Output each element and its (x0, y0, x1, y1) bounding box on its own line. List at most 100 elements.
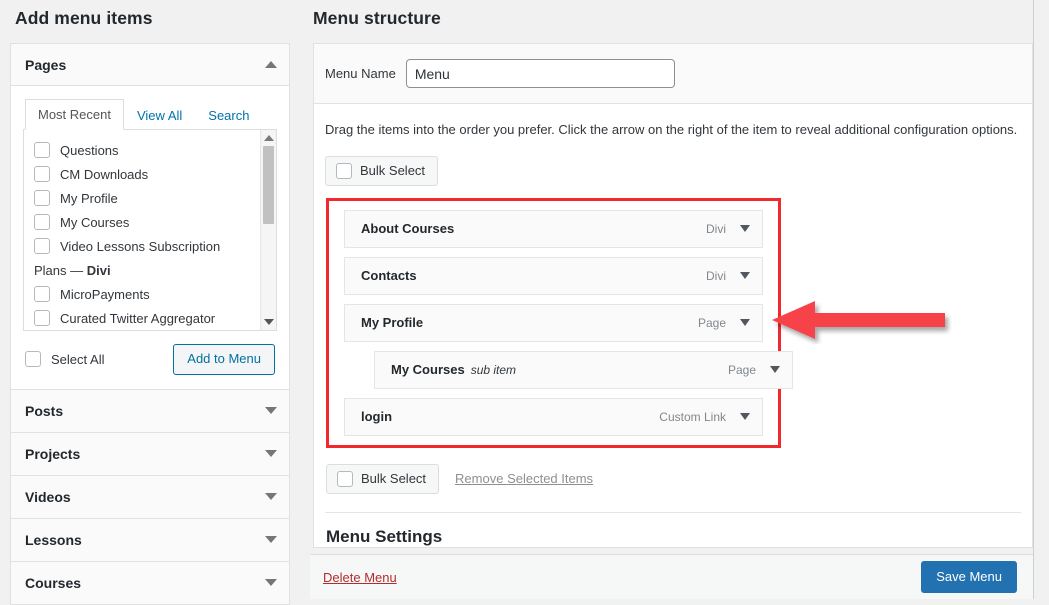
menu-name-row: Menu Name (314, 44, 1032, 104)
list-item[interactable]: My Courses (34, 210, 266, 234)
list-item-label: My Courses (60, 214, 130, 230)
menu-help-text: Drag the items into the order you prefer… (325, 122, 1018, 137)
tab-view-all[interactable]: View All (124, 100, 195, 130)
checkbox-bulk-select-top[interactable] (336, 162, 352, 179)
menu-item-meta: Divi (706, 222, 756, 236)
accordion-header-lessons[interactable]: Lessons (11, 518, 289, 561)
select-all-label: Select All (51, 351, 105, 367)
list-item-label: Video Lessons Subscription (60, 238, 221, 254)
pages-list: Questions CM Downloads My Profile My Cou… (24, 130, 276, 330)
chevron-down-icon[interactable] (740, 319, 750, 326)
chevron-down-icon[interactable] (770, 366, 780, 373)
checkbox-cm-downloads[interactable] (34, 166, 50, 182)
chevron-down-icon[interactable] (265, 493, 277, 501)
accordion-panel-videos: Videos (10, 474, 290, 518)
menu-item-meta: Custom Link (659, 410, 756, 424)
pages-list-scrollbar[interactable] (260, 130, 276, 330)
menu-item-title: My Profile (361, 315, 424, 330)
list-item-label: Curated Twitter Aggregator (60, 310, 216, 326)
scrollbar-thumb[interactable] (263, 146, 274, 224)
list-item-label: CM Downloads (60, 166, 149, 182)
checkbox-select-all[interactable] (25, 351, 41, 368)
menu-item-title: Contacts (361, 268, 417, 283)
bulk-select-button-bottom[interactable]: Bulk Select (326, 463, 440, 494)
accordion-title-projects: Projects (25, 445, 81, 462)
accordion-panel-projects: Projects (10, 431, 290, 475)
checkbox-my-courses[interactable] (34, 214, 50, 230)
checkbox-bulk-select-bottom[interactable] (337, 470, 353, 487)
menu-item-type: Page (727, 362, 756, 377)
chevron-down-icon[interactable] (265, 536, 277, 544)
chevron-up-icon[interactable] (265, 61, 277, 68)
list-group-label: Plans — Divi (34, 258, 266, 282)
tab-search[interactable]: Search (195, 100, 262, 130)
checkbox-questions[interactable] (34, 142, 50, 158)
accordion-title-lessons: Lessons (25, 531, 82, 548)
accordion-panel-pages: Pages Most Recent View All Search Questi… (10, 43, 290, 389)
menu-item-meta: Divi (706, 269, 756, 283)
pages-panel-body: Most Recent View All Search Questions CM… (11, 86, 289, 389)
list-item[interactable]: Video Lessons Subscription (34, 234, 266, 258)
select-all-control[interactable]: Select All (25, 351, 105, 368)
checkbox-micropayments[interactable] (34, 286, 50, 302)
list-item[interactable]: My Profile (34, 186, 266, 210)
accordion-title-posts: Posts (25, 402, 64, 419)
checkbox-video-lessons-subscription[interactable] (34, 238, 50, 254)
tab-most-recent[interactable]: Most Recent (25, 99, 124, 130)
menu-item-title: About Courses (361, 221, 455, 236)
checkbox-curated-twitter-aggregator[interactable] (34, 310, 50, 326)
menu-item-meta: Page (698, 316, 756, 330)
menu-structure-column: Menu structure Menu Name Drag the items … (300, 0, 1049, 599)
chevron-down-icon[interactable] (740, 413, 750, 420)
menus-admin-page: Add menu items Pages Most Recent View Al… (0, 0, 1049, 605)
bulk-select-button-top[interactable]: Bulk Select (325, 155, 439, 186)
menu-item-sub-note: sub item (470, 363, 517, 377)
menu-structure-heading: Menu structure (313, 8, 441, 28)
accordion-header-projects[interactable]: Projects (11, 432, 289, 475)
list-item[interactable]: Curated Twitter Aggregator (34, 306, 266, 330)
remove-selected-items-link[interactable]: Remove Selected Items (455, 471, 593, 486)
menu-item-row[interactable]: Contacts Divi (344, 256, 763, 295)
accordion-header-courses[interactable]: Courses (11, 561, 289, 604)
accordion-header-posts[interactable]: Posts (11, 389, 289, 432)
menu-structure-body: Drag the items into the order you prefer… (314, 104, 1032, 547)
chevron-down-icon[interactable] (265, 450, 277, 458)
delete-menu-link[interactable]: Delete Menu (323, 570, 397, 585)
scroll-down-arrow-icon[interactable] (263, 319, 274, 325)
menu-item-type: Divi (706, 268, 726, 283)
chevron-down-icon[interactable] (265, 579, 277, 587)
accordion-header-videos[interactable]: Videos (11, 475, 289, 518)
menu-item-title: login (361, 409, 393, 424)
post-type-accordion: Pages Most Recent View All Search Questi… (10, 43, 290, 605)
accordion-title-videos: Videos (25, 488, 71, 505)
bulk-actions-row-bottom: Bulk Select Remove Selected Items (326, 463, 1021, 494)
checkbox-my-profile[interactable] (34, 190, 50, 206)
menu-name-label: Menu Name (325, 66, 396, 81)
chevron-down-icon[interactable] (740, 272, 750, 279)
save-menu-button[interactable]: Save Menu (921, 561, 1017, 593)
list-item[interactable]: Questions (34, 138, 266, 162)
page-scrollbar[interactable] (1033, 0, 1049, 599)
chevron-down-icon[interactable] (265, 407, 277, 415)
menu-settings-heading: Menu Settings (326, 526, 443, 546)
menu-item-title-text: My Courses (391, 362, 465, 377)
menu-item-row[interactable]: login Custom Link (344, 397, 763, 436)
pages-list-container: Questions CM Downloads My Profile My Cou… (23, 130, 277, 331)
pages-tablist: Most Recent View All Search (23, 98, 277, 130)
add-to-menu-button[interactable]: Add to Menu (173, 344, 275, 375)
accordion-panel-lessons: Lessons (10, 517, 290, 561)
chevron-down-icon[interactable] (740, 225, 750, 232)
list-item[interactable]: CM Downloads (34, 162, 266, 186)
pages-list-footer: Select All Add to Menu (23, 331, 277, 389)
scroll-up-arrow-icon[interactable] (263, 135, 274, 141)
menu-name-input[interactable] (405, 59, 675, 88)
list-item[interactable]: MicroPayments (34, 282, 266, 306)
menu-item-row[interactable]: My Profile Page (344, 303, 763, 342)
accordion-title-courses: Courses (25, 574, 82, 591)
menu-item-row-sub[interactable]: My Courses sub item Page (374, 350, 793, 389)
bulk-select-label-bottom: Bulk Select (361, 471, 427, 486)
menu-item-row[interactable]: About Courses Divi (344, 209, 763, 248)
accordion-header-pages[interactable]: Pages (11, 44, 289, 86)
menu-structure-panel: Menu Name Drag the items into the order … (313, 43, 1033, 548)
add-menu-items-heading: Add menu items (15, 8, 153, 28)
